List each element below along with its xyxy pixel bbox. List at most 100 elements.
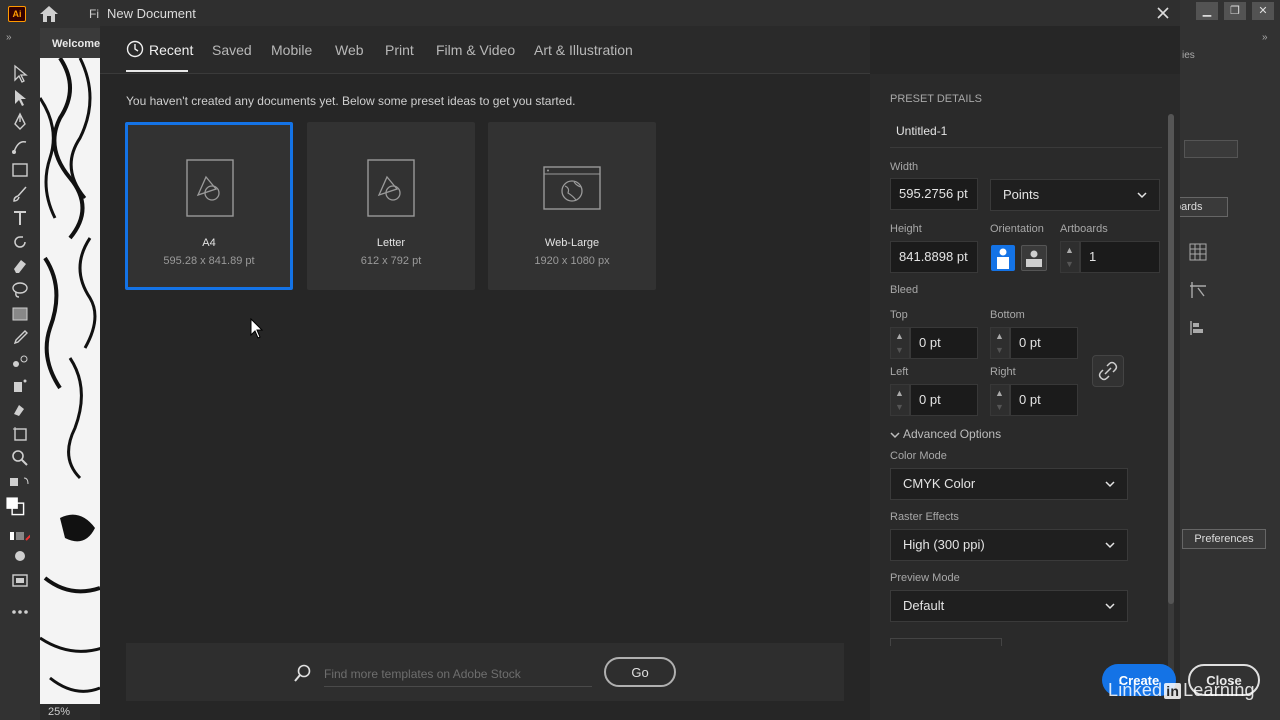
preset-card-web-large[interactable]: Web-Large 1920 x 1080 px [488,122,656,290]
document-shapes-icon [186,159,234,217]
swap-colors-icon[interactable] [10,474,30,494]
transform-icon[interactable] [1188,280,1208,300]
document-shapes-icon [367,159,415,217]
tab-recent[interactable]: Recent [149,42,193,58]
tools-panel [0,28,40,720]
preset-name: Letter [376,237,406,249]
units-value: Points [1003,187,1040,202]
eraser-tool-icon[interactable] [10,256,30,276]
welcome-document-tab[interactable]: Welcome [52,38,100,50]
template-search-input[interactable] [324,661,592,687]
height-field[interactable]: 841.8898 pt [890,241,978,273]
advanced-options-toggle[interactable]: Advanced Options [890,427,1001,441]
browser-globe-icon [543,166,601,210]
type-tool-icon[interactable] [10,208,30,228]
fill-stroke-swatch[interactable] [5,496,31,524]
landscape-orientation-button[interactable] [1021,245,1047,271]
tab-print[interactable]: Print [385,42,414,58]
artboards-field[interactable]: 1 [1080,241,1160,273]
bleed-bottom-stepper[interactable]: ▲ ▼ [990,327,1010,359]
rectangle-tool-icon[interactable] [10,160,30,180]
preset-name: Web-Large [544,237,600,249]
details-scrollbar-thumb[interactable] [1168,114,1174,604]
blend-tool-icon[interactable] [10,352,30,372]
color-mode-icons[interactable] [6,528,35,548]
bleed-left-field[interactable]: 0 pt [910,384,978,416]
preset-category-tabs: Recent Saved Mobile Web Print Film & Vid… [100,26,870,74]
clock-icon [126,40,144,58]
raster-effects-dropdown[interactable]: High (300 ppi) [890,529,1128,561]
color-mode-dropdown[interactable]: CMYK Color [890,468,1128,500]
preset-card-a4[interactable]: A4 595.28 x 841.89 pt [125,122,293,290]
person-landscape-icon [1026,250,1042,267]
name-underline [890,147,1162,148]
dialog-close-icon[interactable] [1153,3,1173,23]
zoom-tool-icon[interactable] [10,448,30,468]
file-menu[interactable]: Fi [89,7,99,21]
home-icon[interactable] [38,4,60,24]
toolbar-collapse-icon[interactable]: » [6,32,12,43]
person-portrait-icon [997,248,1009,269]
symbol-sprayer-icon[interactable] [10,376,30,396]
preset-details-heading: PRESET DETAILS [890,93,982,105]
lasso-tool-icon[interactable] [10,280,30,300]
watermark-in-logo: in [1164,683,1182,699]
bleed-top-field[interactable]: 0 pt [910,327,978,359]
chevron-down-icon [1137,192,1147,199]
go-button[interactable]: Go [604,657,676,687]
units-dropdown[interactable]: Points [990,179,1160,211]
panel-dropdown[interactable] [1184,140,1238,158]
curvature-tool-icon[interactable] [10,136,30,156]
tab-film-video[interactable]: Film & Video [436,42,515,58]
preview-mode-label: Preview Mode [890,572,960,584]
more-tools-icon[interactable] [10,602,30,622]
document-name-field[interactable]: Untitled-1 [896,124,947,138]
preset-size: 595.28 x 841.89 pt [163,255,255,267]
direct-selection-tool-icon[interactable] [10,88,30,108]
portrait-orientation-button[interactable] [991,245,1015,271]
bleed-right-field[interactable]: 0 pt [1010,384,1078,416]
preview-mode-dropdown[interactable]: Default [890,590,1128,622]
width-field[interactable]: 595.2756 pt [890,178,978,210]
eyedropper-tool-icon[interactable] [10,328,30,348]
rotate-tool-icon[interactable] [10,232,30,252]
artwork-canvas [40,58,102,704]
artboards-stepper[interactable]: ▲ ▼ [1060,241,1080,273]
preview-mode-value: Default [903,598,945,613]
gradient-tool-icon[interactable] [10,304,30,324]
link-bleed-button[interactable] [1092,355,1124,387]
preset-card-letter[interactable]: Letter 612 x 792 pt [307,122,475,290]
preferences-button[interactable]: Preferences [1182,529,1266,549]
restore-button[interactable]: ❐ [1224,2,1246,20]
tab-mobile[interactable]: Mobile [271,42,312,58]
bleed-bottom-field[interactable]: 0 pt [1010,327,1078,359]
orientation-label: Orientation [990,223,1044,235]
bleed-top-stepper[interactable]: ▲ ▼ [890,327,910,359]
bleed-right-stepper[interactable]: ▲ ▼ [990,384,1010,416]
preset-name: A4 [202,237,216,249]
paintbrush-tool-icon[interactable] [10,184,30,204]
panel-collapse-icon[interactable]: » [1262,32,1268,43]
live-paint-icon[interactable] [10,400,30,420]
grid-icon[interactable] [1188,242,1208,262]
window-close-button[interactable]: ✕ [1252,2,1274,20]
screen-mode-icon[interactable] [10,570,30,590]
properties-panel [1180,28,1280,720]
chevron-down-icon [1105,603,1115,610]
link-icon [1098,361,1118,381]
artboard-tool-icon[interactable] [10,424,30,444]
dialog-title: New Document [107,6,196,21]
window-controls: ▁ ❐ ✕ [1184,0,1280,28]
tab-saved[interactable]: Saved [212,42,252,58]
libraries-tab[interactable]: ies [1182,50,1195,61]
pen-tool-icon[interactable] [10,112,30,132]
bleed-left-stepper[interactable]: ▲ ▼ [890,384,910,416]
bleed-label: Bleed [890,284,919,296]
selection-tool-icon[interactable] [10,64,30,84]
tab-art-illustration[interactable]: Art & Illustration [534,42,633,58]
minimize-button[interactable]: ▁ [1196,2,1218,20]
zoom-level[interactable]: 25% [48,706,70,718]
tab-web[interactable]: Web [335,42,364,58]
align-icon[interactable] [1188,318,1208,338]
draw-mode-icon[interactable] [10,546,30,566]
